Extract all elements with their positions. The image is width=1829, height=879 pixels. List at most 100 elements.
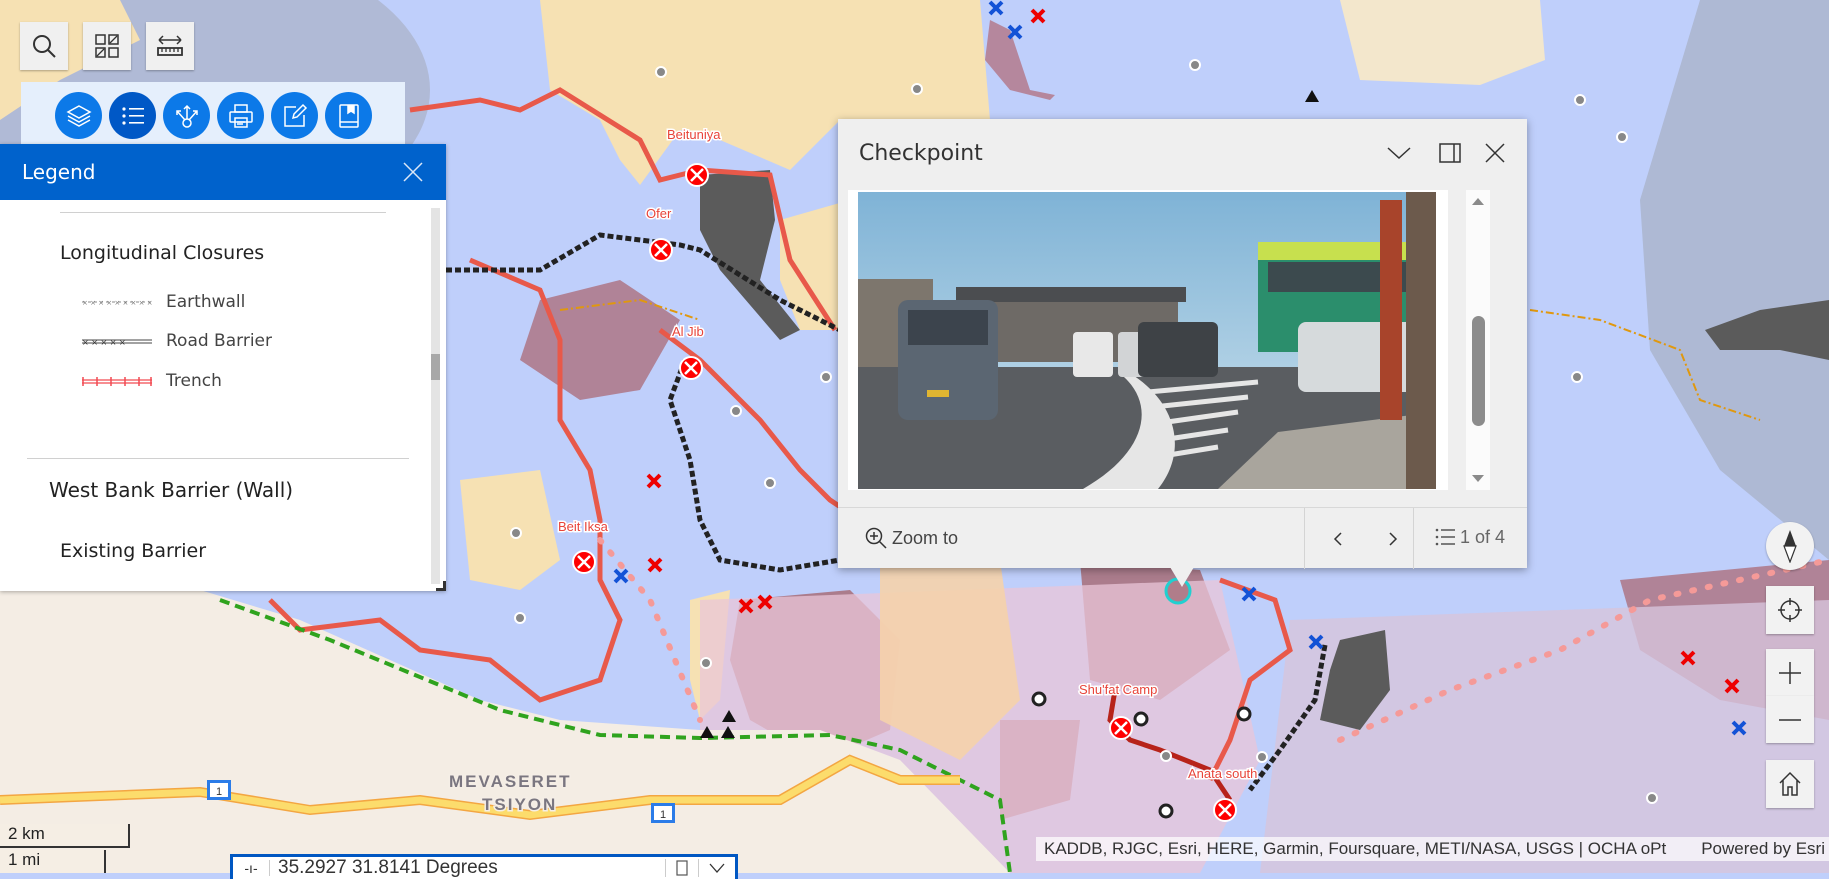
popup-title: Checkpoint (859, 141, 983, 166)
town-label-line1: MEVASERET (449, 772, 572, 791)
attribution-text: KADDB, RJGC, Esri, HERE, Garmin, Foursqu… (1044, 839, 1667, 858)
search-icon (33, 35, 56, 58)
dock-side-icon (1439, 143, 1461, 163)
divider (27, 458, 409, 459)
compass-button[interactable] (1766, 522, 1814, 570)
checkpoint-photo (858, 192, 1436, 489)
chevron-down-icon (709, 863, 725, 873)
next-feature-button[interactable] (1378, 524, 1408, 554)
legend-sublayer-title: Existing Barrier (60, 540, 207, 562)
legend-item-trench: Trench (82, 371, 222, 391)
checkpoint-marker[interactable] (685, 163, 709, 187)
print-button[interactable] (217, 92, 264, 139)
popup-pointer (1170, 567, 1194, 587)
home-button[interactable] (1766, 760, 1814, 808)
feature-popup: Checkpoint Zoom to 1 of 4 (838, 119, 1527, 569)
edit-button[interactable] (271, 92, 318, 139)
svg-text:1: 1 (660, 809, 666, 821)
popup-content (848, 190, 1448, 490)
popup-footer: Zoom to 1 of 4 (838, 507, 1527, 569)
share-icon (175, 104, 198, 128)
checkpoint-marker[interactable] (572, 550, 596, 574)
chevron-down-icon (1387, 147, 1411, 160)
ruler-measure-icon (157, 35, 183, 56)
legend-panel: Legend Longitudinal Closures × × × × × ×… (0, 144, 446, 591)
legend-item-label: Road Barrier (166, 331, 272, 351)
select-grid-icon (95, 34, 119, 58)
legend-item-label: Earthwall (166, 292, 246, 312)
plus-icon (1779, 661, 1801, 684)
legend-scrollbar[interactable] (431, 208, 440, 584)
attribution-bar[interactable]: KADDB, RJGC, Esri, HERE, Garmin, Foursqu… (1036, 837, 1829, 861)
legend-scrollbar-thumb[interactable] (431, 354, 440, 380)
bookmarks-button[interactable] (325, 92, 372, 139)
chevron-right-icon (1389, 532, 1398, 546)
measure-button[interactable] (146, 22, 194, 70)
svg-text:× × × × ×: × × × × × (82, 338, 126, 346)
legend-item-earthwall: × × × × × × × × × × Earthwall (82, 292, 245, 312)
earthwall-line-icon: × × × × × × × × × × (82, 299, 152, 307)
zoom-in-button[interactable] (1766, 649, 1814, 696)
scroll-down-icon[interactable] (1466, 472, 1490, 486)
scroll-up-icon[interactable] (1466, 194, 1490, 208)
previous-feature-button[interactable] (1323, 524, 1353, 554)
resize-handle[interactable] (436, 581, 446, 591)
share-button[interactable] (163, 92, 210, 139)
legend-button[interactable] (109, 92, 156, 139)
place-label-beit-iksa: Beit Iksa (558, 519, 609, 534)
zoom-to-button[interactable]: Zoom to (864, 526, 958, 550)
place-label-anata-south: Anata south (1188, 766, 1257, 781)
edit-icon (283, 103, 307, 127)
layers-icon (65, 104, 92, 127)
road-shield: 1 (651, 803, 675, 823)
place-label-al-jib: Al Jib (672, 324, 704, 339)
bookmark-icon (338, 103, 359, 128)
zoom-in-magnifier-icon (865, 527, 887, 549)
popup-scrollbar-thumb[interactable] (1472, 316, 1485, 426)
close-button[interactable] (1480, 138, 1510, 168)
home-icon (1779, 771, 1801, 796)
crosshair-icon[interactable]: -ı- (233, 860, 270, 876)
powered-by-esri-link[interactable]: Powered by Esri (1701, 839, 1829, 859)
scalebar-metric-label: 2 km (8, 824, 45, 843)
svg-text:1: 1 (216, 786, 222, 798)
select-button[interactable] (83, 22, 131, 70)
road-shield: 1 (207, 780, 231, 800)
checkpoint-marker[interactable] (1109, 716, 1133, 740)
divider (1413, 508, 1414, 569)
locate-button[interactable] (1766, 586, 1814, 634)
expand-button[interactable] (698, 859, 735, 877)
place-label-shufat-camp: Shu'fat Camp (1079, 682, 1157, 697)
feature-count: 1 of 4 (1460, 526, 1506, 547)
zoom-to-label: Zoom to (892, 527, 959, 548)
checkpoint-marker[interactable] (649, 238, 673, 262)
legend-title: Legend (22, 160, 96, 184)
minus-icon (1779, 718, 1801, 721)
checkpoint-marker[interactable] (1213, 798, 1237, 822)
layers-button[interactable] (55, 92, 102, 139)
search-button[interactable] (20, 22, 68, 70)
legend-section-title: Longitudinal Closures (60, 242, 265, 264)
collapse-button[interactable] (1384, 138, 1414, 168)
scalebar-imperial-label: 1 mi (8, 850, 41, 869)
chevron-left-icon (1333, 532, 1342, 546)
printer-icon (228, 103, 253, 128)
svg-text:× × × × × × × × × ×: × × × × × × × × × × (82, 299, 152, 307)
close-icon (1485, 143, 1505, 163)
feature-list-button[interactable]: 1 of 4 (1434, 526, 1505, 548)
close-icon[interactable] (402, 161, 424, 183)
coordinate-value: 35.2927 31.8141 Degrees (278, 857, 498, 878)
list-icon (1435, 528, 1455, 546)
compass-icon (1783, 530, 1797, 563)
dock-button[interactable] (1435, 138, 1465, 168)
divider (60, 212, 386, 213)
checkpoint-marker[interactable] (679, 356, 703, 380)
place-label-beituniya: Beituniya (667, 127, 721, 142)
popup-scrollbar[interactable] (1466, 190, 1490, 490)
legend-item-road-barrier: × × × × × Road Barrier (82, 331, 272, 351)
legend-layer-title: West Bank Barrier (Wall) (49, 478, 294, 502)
copy-icon[interactable] (665, 859, 698, 877)
zoom-out-button[interactable] (1766, 696, 1814, 743)
list-icon (121, 106, 144, 125)
legend-item-label: Trench (166, 371, 222, 391)
